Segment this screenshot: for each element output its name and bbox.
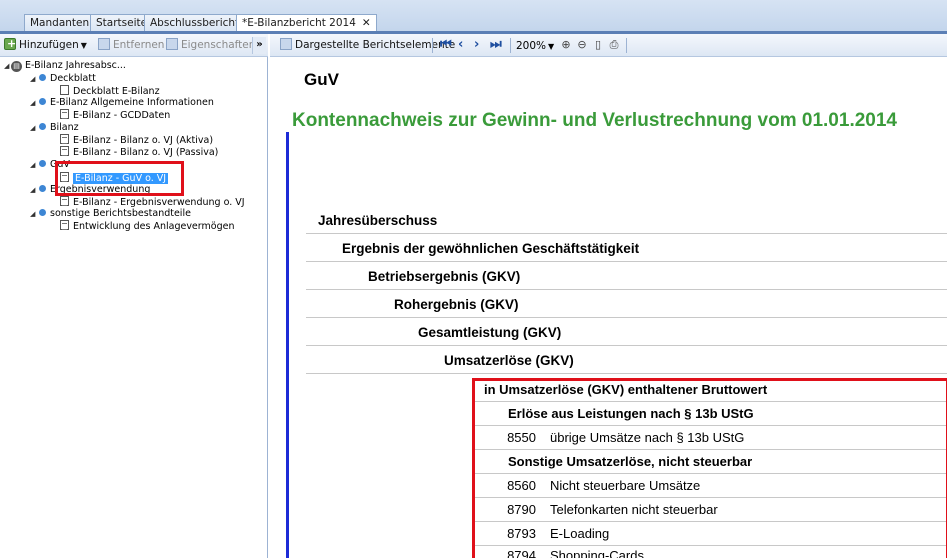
table-page-icon — [60, 134, 69, 144]
tree-item-bilanz-passiva[interactable]: E-Bilanz - Bilanz o. VJ (Passiva) — [60, 146, 219, 158]
table-page-icon — [60, 196, 69, 206]
tree-group-bilanz[interactable]: ◢ Bilanz — [30, 122, 79, 133]
remove-label: Entfernen — [113, 39, 165, 51]
tree-label: Deckblatt — [50, 73, 96, 84]
tree-group-sonstige[interactable]: ◢ sonstige Berichtsbestandteile — [30, 208, 191, 219]
first-page-icon[interactable]: ⏮ — [440, 37, 452, 53]
displayed-elements-button[interactable]: Dargestellte Berichtselemente — [280, 38, 455, 54]
report-subtitle: Kontennachweis zur Gewinn- und Verlustre… — [292, 110, 897, 131]
last-page-icon[interactable]: ⏭ — [490, 37, 502, 53]
report-row: Gesamtleistung (GKV) — [306, 320, 947, 346]
tree-label: sonstige Berichtsbestandteile — [50, 208, 191, 219]
expand-icon: ◢ — [30, 210, 36, 218]
expand-icon: ◢ — [30, 124, 36, 132]
tab-label: Startseite — [96, 17, 148, 29]
tree-root-label: E-Bilanz Jahresabsc... — [25, 60, 126, 71]
tree-item-anlagevermoegen[interactable]: Entwicklung des Anlagevermögen — [60, 220, 235, 232]
report-title: GuV — [304, 70, 339, 89]
expand-icon: ◢ — [30, 186, 36, 194]
toolbar-overflow-button[interactable]: » — [252, 37, 266, 54]
close-icon[interactable]: ✕ — [362, 17, 371, 29]
structure-toolbar: Hinzufügen▼ Entfernen Eigenschaften » — [0, 34, 268, 57]
expand-icon: ◢ — [4, 62, 10, 70]
report-row: Jahresüberschuss — [306, 208, 947, 234]
group-icon — [39, 209, 46, 216]
tree-group-deckblatt[interactable]: ◢ Deckblatt — [30, 73, 96, 84]
previous-page-icon[interactable]: ‹ — [458, 37, 463, 53]
report-icon: ▤ — [11, 61, 22, 72]
page-icon — [60, 85, 69, 95]
preview-toolbar: Dargestellte Berichtselemente ⏮ ‹ › ⏭ 20… — [270, 34, 947, 57]
tree-label: E-Bilanz - Bilanz o. VJ (Passiva) — [73, 147, 219, 158]
group-icon — [39, 160, 46, 167]
toolbar-separator — [626, 38, 627, 53]
properties-icon — [166, 38, 178, 50]
highlight-box-tree — [55, 161, 184, 196]
zoom-value: 200% — [516, 40, 547, 52]
tab-label: Mandanten — [30, 17, 90, 29]
add-icon — [4, 36, 16, 51]
group-icon — [39, 123, 46, 130]
report-row: Rohergebnis (GKV) — [306, 292, 947, 318]
group-icon — [39, 98, 46, 105]
tree-label: Entwicklung des Anlagevermögen — [73, 221, 235, 232]
tab-mandanten[interactable]: Mandanten — [24, 14, 96, 32]
next-page-icon[interactable]: › — [474, 37, 479, 53]
tree-group-allgemeine-informationen[interactable]: ◢ E-Bilanz Allgemeine Informationen — [30, 97, 214, 108]
tree-item-bilanz-aktiva[interactable]: E-Bilanz - Bilanz o. VJ (Aktiva) — [60, 134, 214, 146]
report-row: Umsatzerlöse (GKV) — [306, 348, 947, 374]
elements-icon — [280, 38, 292, 50]
report-row: Ergebnis der gewöhnlichen Geschäftstätig… — [306, 236, 947, 262]
tree-label: E-Bilanz - Ergebnisverwendung o. VJ — [73, 197, 245, 208]
tree-root[interactable]: ◢ ▤ E-Bilanz Jahresabsc... — [4, 60, 126, 72]
report-structure-panel: Hinzufügen▼ Entfernen Eigenschaften » ◢▤… — [0, 34, 268, 558]
tree-label: E-Bilanz - Bilanz o. VJ (Aktiva) — [73, 135, 214, 146]
group-icon — [39, 185, 46, 192]
tree-item-deckblatt-e-bilanz[interactable]: Deckblatt E-Bilanz — [60, 85, 160, 97]
expand-icon: ◢ — [30, 75, 36, 83]
toolbar-separator — [432, 38, 433, 53]
tree-item-ergebnisverwendung[interactable]: E-Bilanz - Ergebnisverwendung o. VJ — [60, 196, 245, 208]
chevron-down-icon: ▼ — [80, 41, 87, 50]
row-label: Jahresüberschuss — [318, 213, 438, 228]
zoom-out-icon[interactable]: ⊖ — [576, 39, 588, 51]
zoom-dropdown[interactable]: 200% ▼ — [516, 39, 554, 54]
tree-label: E-Bilanz Allgemeine Informationen — [50, 97, 214, 108]
table-page-icon — [60, 146, 69, 156]
page-view-icon[interactable]: ▯ — [592, 39, 604, 51]
report-row: Betriebsergebnis (GKV) — [306, 264, 947, 290]
highlight-box-report — [472, 378, 947, 558]
tree-label: Bilanz — [50, 122, 79, 133]
tree-item-gcddaten[interactable]: E-Bilanz - GCDDaten — [60, 109, 171, 121]
document-icon — [98, 38, 110, 50]
toolbar-separator — [510, 38, 511, 53]
tree-label: Deckblatt E-Bilanz — [73, 86, 160, 97]
properties-label: Eigenschaften — [181, 39, 256, 51]
row-label: Umsatzerlöse (GKV) — [444, 353, 574, 368]
table-page-icon — [60, 220, 69, 230]
table-page-icon — [60, 109, 69, 119]
group-icon — [39, 74, 46, 81]
row-label: Betriebsergebnis (GKV) — [368, 269, 521, 284]
document-tab-bar: Mandanten Startseite Abschlussberichte *… — [0, 0, 947, 33]
add-label: Hinzufügen — [19, 39, 79, 51]
chevron-down-icon: ▼ — [548, 42, 555, 51]
properties-button[interactable]: Eigenschaften — [166, 38, 255, 54]
report-preview-panel: Dargestellte Berichtselemente ⏮ ‹ › ⏭ 20… — [270, 34, 947, 558]
row-label: Ergebnis der gewöhnlichen Geschäftstätig… — [342, 241, 640, 256]
row-label: Rohergebnis (GKV) — [394, 297, 519, 312]
tree-label: E-Bilanz - GCDDaten — [73, 110, 171, 121]
margin-bar — [286, 132, 289, 558]
expand-icon: ◢ — [30, 99, 36, 107]
print-icon[interactable]: ⎙ — [608, 39, 620, 51]
add-button[interactable]: Hinzufügen▼ — [4, 36, 87, 54]
zoom-in-icon[interactable]: ⊕ — [560, 39, 572, 51]
tab-label: *E-Bilanzbericht 2014 — [242, 17, 356, 29]
row-label: Gesamtleistung (GKV) — [418, 325, 562, 340]
tab-label: Abschlussberichte — [150, 17, 246, 29]
remove-button[interactable]: Entfernen — [98, 38, 164, 54]
expand-icon: ◢ — [30, 161, 36, 169]
